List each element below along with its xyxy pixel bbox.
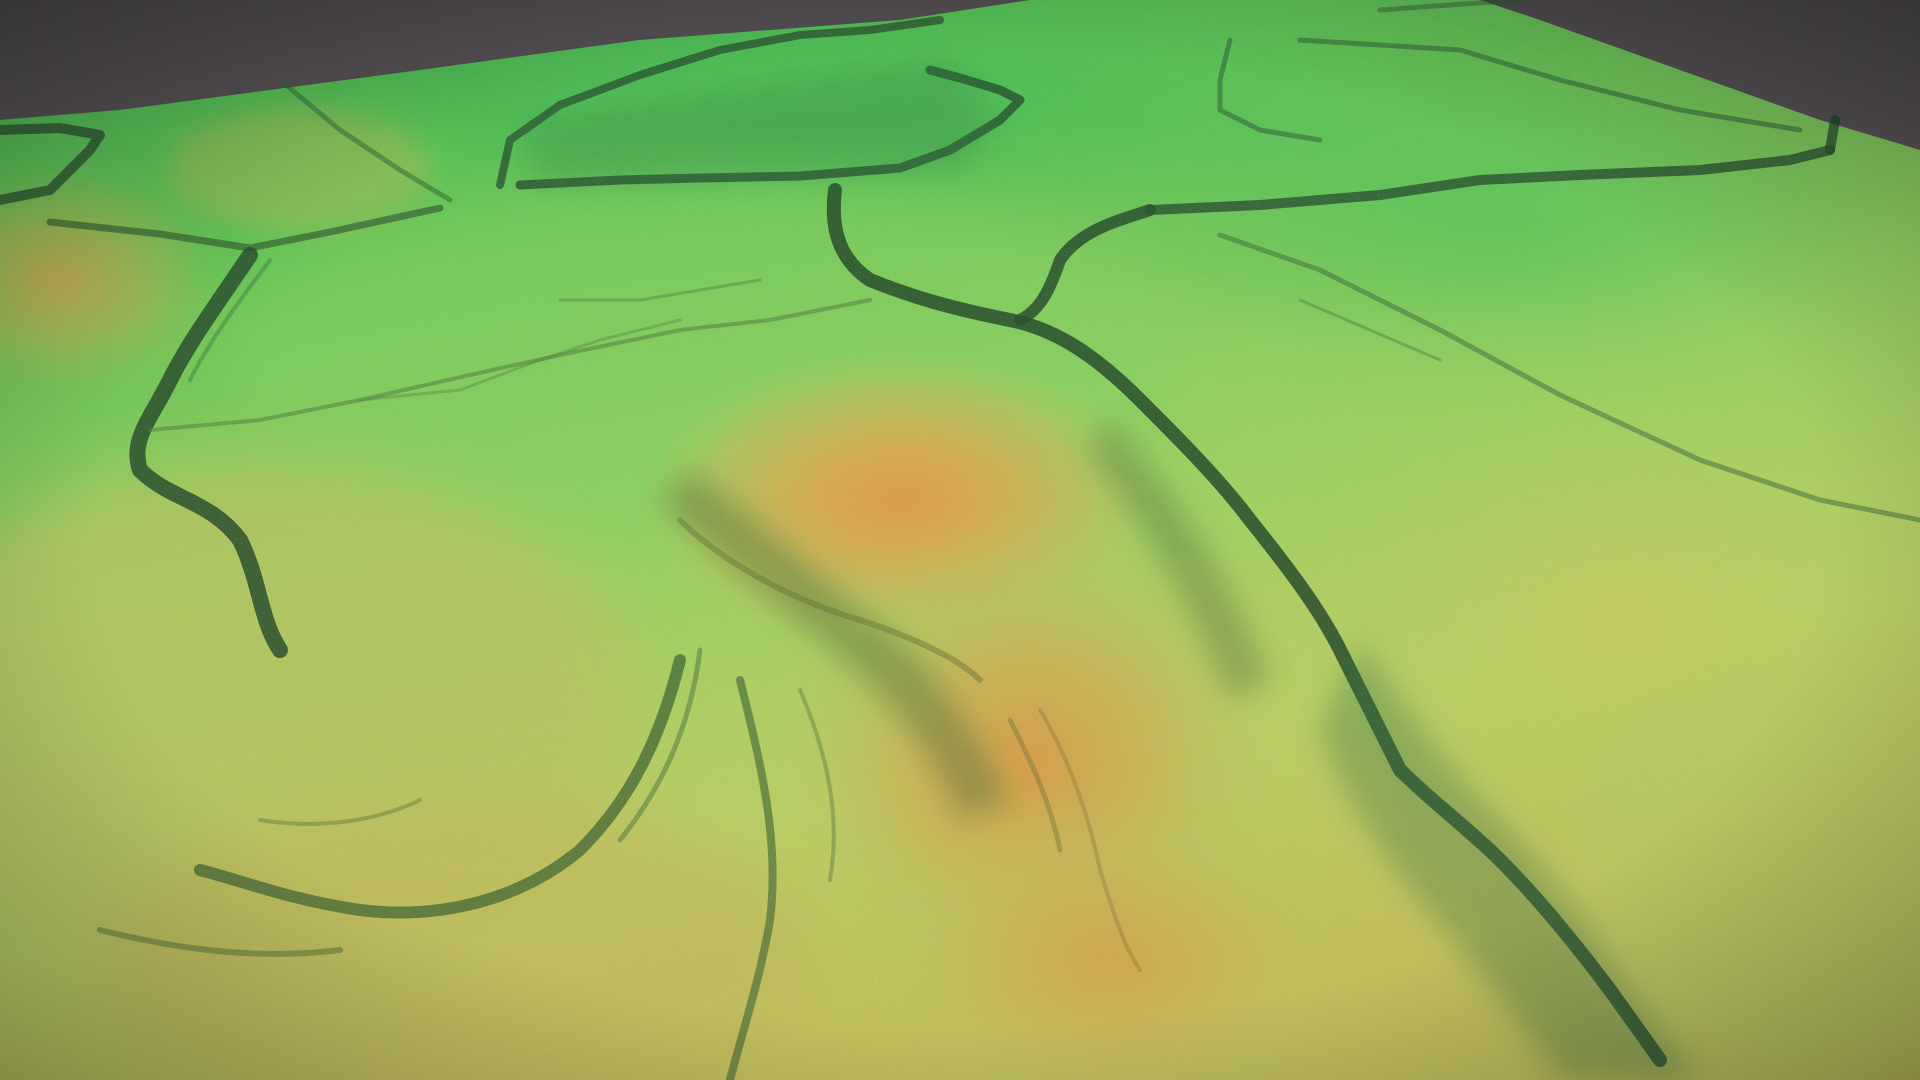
vignette [0, 0, 1920, 1080]
terrain-viewport[interactable] [0, 0, 1920, 1080]
terrain-render[interactable] [0, 0, 1920, 1080]
